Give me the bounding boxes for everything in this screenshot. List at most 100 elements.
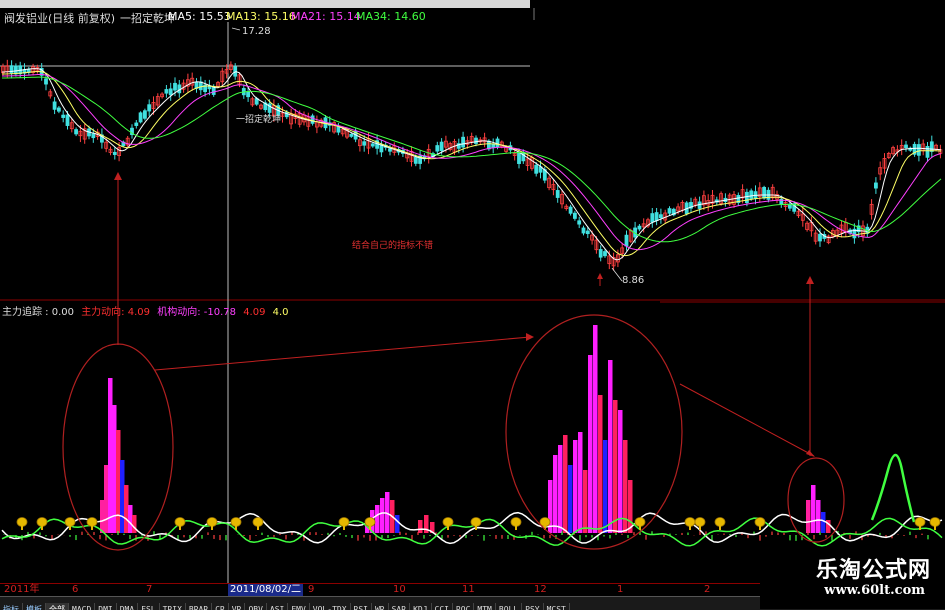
candle-body — [874, 182, 878, 189]
ma13-line — [2, 70, 942, 257]
candle-body — [52, 101, 57, 110]
crosshair-marker-label: 一招定乾坤 — [236, 115, 282, 125]
histogram-bar — [618, 410, 623, 533]
signal-coin-icon — [86, 517, 98, 530]
candle-body — [667, 208, 672, 214]
histogram-bar — [124, 485, 129, 533]
candle-body — [573, 212, 577, 219]
signal-coin-icon — [929, 517, 941, 530]
high-marker — [231, 27, 241, 31]
histogram-bar — [563, 435, 568, 533]
low-price-label: 8.86 — [622, 275, 645, 286]
histogram-bar — [573, 440, 578, 533]
candle-body — [61, 114, 66, 118]
candle-body — [65, 114, 70, 126]
green-spike — [870, 453, 916, 523]
candle-body — [57, 107, 61, 112]
signal-coin-icon — [174, 517, 186, 530]
arrow-head — [526, 333, 534, 341]
histogram-bar — [598, 395, 603, 533]
candle-body — [585, 230, 590, 235]
candle-body — [173, 82, 177, 91]
candle-body — [164, 89, 169, 94]
histogram-bar — [816, 500, 821, 533]
histogram-bar — [116, 430, 121, 533]
candle-body — [413, 156, 418, 164]
candle-body — [745, 191, 749, 204]
histogram-bar — [128, 505, 133, 533]
arrow-head — [597, 273, 603, 279]
indicator-header: 主力追踪 : 0.00 主力动向: 4.09 机构动向: -10.78 4.09… — [2, 303, 293, 318]
histogram-bar — [104, 465, 109, 533]
ma21-line — [2, 73, 942, 251]
date-tick: 12 — [534, 584, 547, 595]
candle-body — [650, 213, 655, 223]
candle-body — [749, 190, 754, 199]
histogram-bar — [811, 485, 816, 533]
watermark-name: 乐淘公式网 — [815, 557, 931, 583]
institution-value: 机构动向: -10.78 — [157, 307, 236, 318]
selected-date: 2011/08/02/二 — [228, 584, 304, 596]
candle-body — [138, 112, 143, 123]
signal-coin-icon — [36, 517, 48, 530]
arrow-head — [806, 276, 814, 284]
signal-coin-icon — [252, 517, 264, 530]
histogram-bar — [568, 465, 573, 533]
histogram-bar — [108, 378, 113, 533]
signal-coin-icon — [230, 517, 242, 530]
candle-body — [598, 249, 603, 258]
candle-body — [534, 164, 539, 174]
candle-body — [362, 141, 367, 146]
candle-body — [435, 145, 440, 152]
ma13-label: MA13: 15.16 — [226, 10, 296, 23]
candle-body — [486, 140, 491, 150]
candle-body — [13, 65, 18, 75]
signal-coin-icon — [684, 517, 696, 530]
histogram-bar — [100, 500, 105, 533]
signal-coin-icon — [206, 517, 218, 530]
candle-body — [637, 225, 642, 230]
ma5-line — [1, 68, 942, 261]
candle-body — [929, 141, 934, 152]
candle-body — [577, 220, 582, 225]
date-tick: 9 — [308, 584, 315, 595]
signal-coin-icon — [754, 517, 766, 530]
candlesticks — [1, 59, 943, 271]
histogram-bar — [583, 470, 588, 533]
price-panel — [0, 8, 945, 583]
signal-coin-icon — [510, 517, 522, 530]
arrow-head — [114, 172, 122, 180]
candle-body — [581, 227, 586, 234]
histogram-bar — [608, 360, 613, 533]
histogram-bar — [603, 440, 608, 533]
date-tick: 6 — [72, 584, 79, 595]
formula-name: 一招定乾坤 — [120, 12, 175, 25]
histogram-bar — [418, 520, 423, 533]
candle-body — [112, 151, 117, 155]
candle-body — [568, 206, 573, 214]
histogram-bar — [120, 460, 125, 533]
candle-body — [168, 88, 173, 96]
ma5-label: MA5: 15.53 — [168, 10, 231, 23]
date-tick: 2011年 — [4, 584, 40, 595]
ma34-line — [2, 76, 942, 243]
candle-body — [198, 81, 203, 91]
candle-body — [917, 144, 921, 156]
candle-body — [91, 133, 96, 139]
candle-body — [654, 212, 659, 221]
histogram-bar — [593, 325, 598, 533]
candle-body — [439, 141, 444, 152]
ma21-label: MA21: 15.14 — [291, 10, 361, 23]
candle-body — [147, 104, 152, 112]
candle-body — [370, 143, 375, 147]
stock-chart — [0, 8, 945, 583]
candle-body — [134, 122, 139, 126]
histogram-bar — [628, 480, 633, 533]
histogram-bar — [578, 432, 583, 533]
signal-coin-icon — [16, 517, 28, 530]
candle-body — [207, 85, 212, 90]
annotations — [62, 27, 845, 551]
candle-body — [659, 214, 663, 219]
candle-body — [818, 233, 822, 242]
histogram-bar — [588, 355, 593, 533]
